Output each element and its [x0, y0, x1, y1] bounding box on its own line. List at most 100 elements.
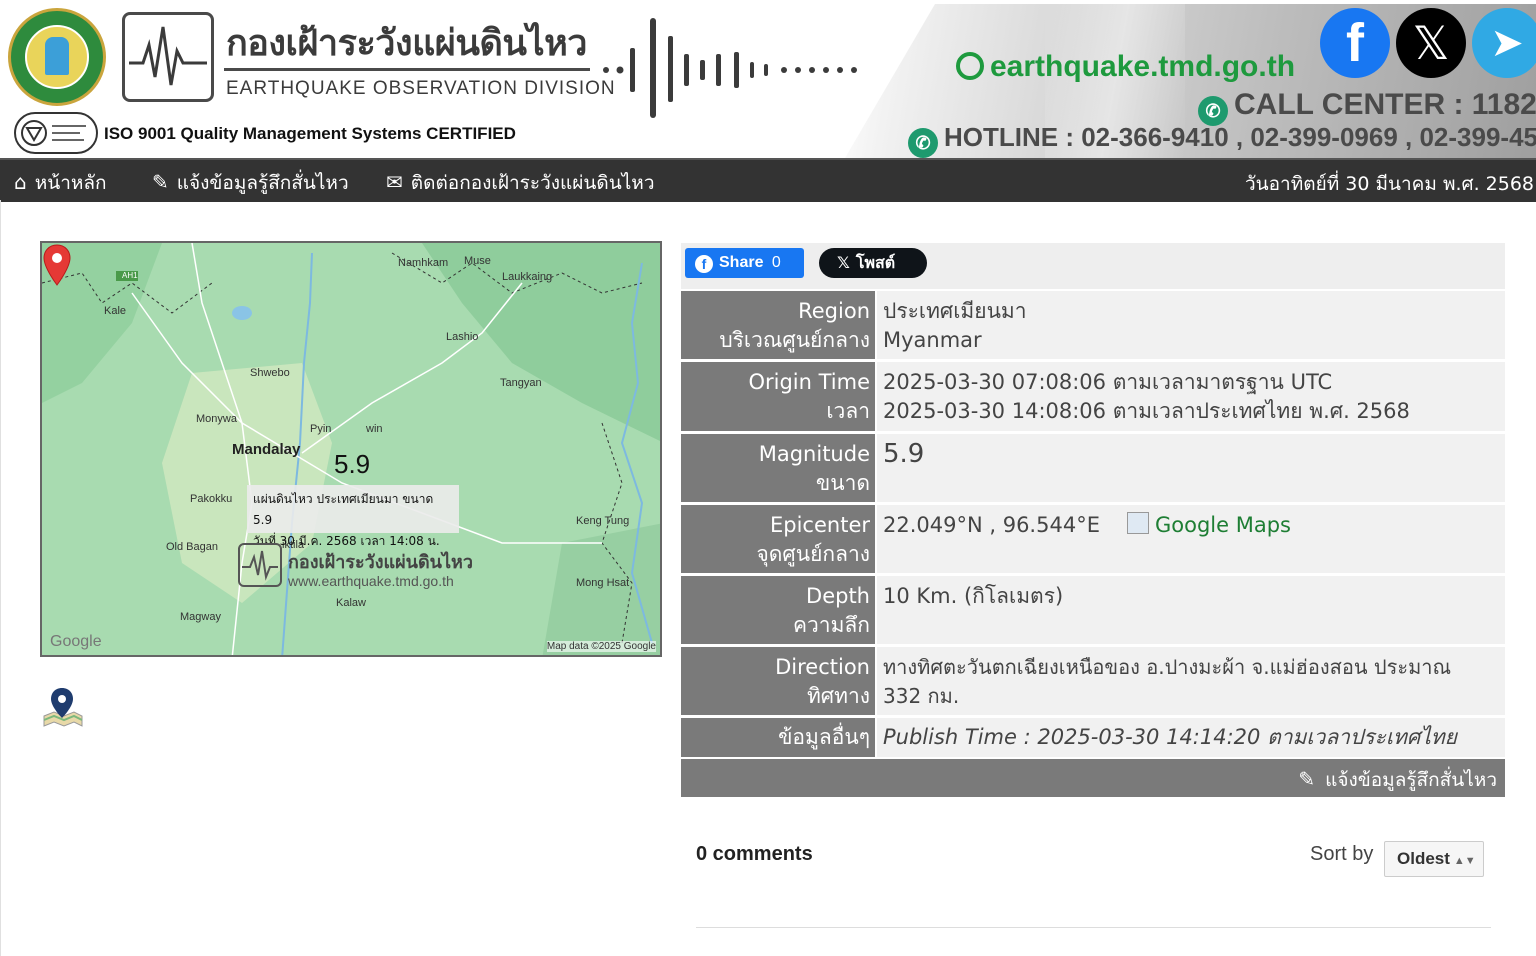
hotline-text: HOTLINE : 02-366-9410 , 02-399-0969 , 02…	[944, 122, 1536, 152]
title-divider	[224, 68, 590, 71]
detail-row-depth: Depth ความลึก 10 Km. (กิโลเมตร)	[681, 576, 1505, 644]
facebook-share-button[interactable]: f Share 0	[685, 248, 804, 278]
page-left-border	[0, 200, 1, 956]
sort-order-select[interactable]: Oldest ▲▼	[1384, 841, 1484, 877]
epicenter-label: Epicenter จุดศูนย์กลาง	[681, 505, 875, 573]
popup-line-1: แผ่นดินไหว ประเทศเมียนมา ขนาด 5.9	[253, 492, 434, 527]
website-link[interactable]: earthquake.tmd.go.th	[956, 50, 1295, 84]
magnitude-label: Magnitude ขนาด	[681, 434, 875, 502]
map-place-monywa: Monywa	[196, 413, 237, 425]
call-center: ✆ CALL CENTER : 1182	[1198, 88, 1536, 126]
site-header: กองเฝ้าระวังแผ่นดินไหว EARTHQUAKE OBSERV…	[0, 0, 1536, 158]
map-place-kale: Kale	[104, 305, 127, 317]
depth-label: Depth ความลึก	[681, 576, 875, 644]
call-center-text: CALL CENTER : 1182	[1234, 88, 1536, 121]
region-value-th: ประเทศเมียนมา	[883, 299, 1027, 323]
home-icon: ⌂	[14, 170, 27, 194]
region-label-en: Region	[798, 299, 870, 323]
direction-value: ทางทิศตะวันตกเฉียงเหนือของ อ.ปางมะผ้า จ.…	[877, 647, 1505, 715]
report-felt-button[interactable]: ✎ แจ้งข้อมูลรู้สึกสั่นไหว	[1298, 765, 1497, 795]
map-place-mandalay: Mandalay	[232, 441, 301, 458]
edit-icon: ✎	[1298, 767, 1316, 791]
direction-label: Direction ทิศทาง	[681, 647, 875, 715]
region-label-th: บริเวณศูนย์กลาง	[719, 328, 870, 352]
phone-icon: ✆	[908, 128, 938, 158]
x-post-button[interactable]: 𝕏 โพสต์	[819, 248, 927, 278]
share-row: f Share 0 𝕏 โพสต์	[681, 243, 1505, 289]
x-icon: 𝕏	[837, 253, 850, 272]
direction-label-th: ทิศทาง	[806, 684, 870, 708]
magnitude-value: 5.9	[877, 434, 1505, 502]
magnitude-label-en: Magnitude	[758, 442, 870, 466]
facebook-icon: f	[695, 255, 713, 273]
direction-value-line-2: 332 กม.	[883, 684, 960, 708]
earthquake-details-panel: f Share 0 𝕏 โพสต์ Region บริเวณศูนย์กลาง ปร…	[681, 243, 1505, 797]
region-value: ประเทศเมียนมา Myanmar	[877, 291, 1505, 359]
origin-time-label-en: Origin Time	[748, 370, 870, 394]
sort-order-value: Oldest	[1397, 849, 1450, 868]
sort-by-label: Sort by	[1310, 843, 1374, 865]
facebook-share-count: 0	[771, 254, 781, 271]
epicenter-pin-icon[interactable]	[42, 243, 72, 287]
google-logo: Google	[50, 633, 102, 650]
nav-item-label: แจ้งข้อมูลรู้สึกสั่นไหว	[176, 172, 349, 194]
comments-count: 0 comments	[696, 843, 813, 865]
detail-row-origin-time: Origin Time เวลา 2025-03-30 07:08:06 ตามเ…	[681, 362, 1505, 431]
map-place-lashio: Lashio	[446, 331, 479, 343]
website-cursor-icon	[956, 52, 984, 80]
map-place-kalaw: Kalaw	[336, 597, 366, 609]
map-place-pakokku: Pakokku	[190, 493, 233, 505]
detail-row-direction: Direction ทิศทาง ทางทิศตะวันตกเฉียงเหนือข…	[681, 647, 1505, 715]
other-info-label: ข้อมูลอื่นๆ	[681, 718, 875, 757]
facebook-share-label: Share	[719, 254, 764, 271]
epicenter-value: 22.049°N , 96.544°E Google Maps	[877, 505, 1505, 573]
x-twitter-link-icon[interactable]: 𝕏	[1396, 8, 1466, 78]
map-road-label: AH1	[122, 271, 138, 280]
telegram-link-icon[interactable]: ➤	[1472, 8, 1536, 78]
map-place-magway: Magway	[180, 611, 221, 623]
tmd-seal-logo[interactable]	[8, 8, 106, 106]
nav-item-contact[interactable]: ✉ ติดต่อกองเฝ้าระวังแผ่นดินไหว	[386, 168, 654, 198]
depth-label-th: ความลึก	[792, 613, 870, 637]
map-info-popup: แผ่นดินไหว ประเทศเมียนมา ขนาด 5.9 วันที่…	[247, 485, 459, 548]
bsi-certification-icon	[14, 112, 98, 154]
epicenter-coordinates: 22.049°N , 96.544°E	[883, 513, 1100, 537]
map-location-icon[interactable]	[42, 686, 84, 728]
map-place-shwebo: Shwebo	[250, 367, 290, 379]
detail-row-region: Region บริเวณศูนย์กลาง ประเทศเมียนมา Myanm…	[681, 291, 1505, 359]
nav-item-home[interactable]: ⌂ หน้าหลัก	[14, 168, 107, 198]
origin-time-utc: 2025-03-30 07:08:06 ตามเวลามาตรฐาน UTC	[883, 370, 1333, 394]
region-value-en: Myanmar	[883, 328, 982, 352]
report-felt-label: แจ้งข้อมูลรู้สึกสั่นไหว	[1325, 769, 1497, 791]
origin-time-label-th: เวลา	[826, 399, 870, 423]
depth-label-en: Depth	[806, 584, 870, 608]
map-place-mong-hsat: Mong Hsat	[576, 577, 630, 589]
google-maps-text: Google Maps	[1155, 513, 1291, 537]
map-attribution[interactable]: Map data ©2025 Google	[546, 641, 656, 652]
map-place-muse: Muse	[464, 255, 491, 267]
map-place-namhkam: Namhkam	[398, 257, 449, 269]
mail-icon: ✉	[386, 170, 403, 194]
detail-row-epicenter: Epicenter จุดศูนย์กลาง 22.049°N , 96.544°…	[681, 505, 1505, 573]
hotline: ✆ HOTLINE : 02-366-9410 , 02-399-0969 , 0…	[908, 122, 1536, 158]
publish-time: Publish Time : 2025-03-30 14:14:20 ตามเว…	[877, 718, 1505, 757]
nav-item-report[interactable]: ✎ แจ้งข้อมูลรู้สึกสั่นไหว	[152, 168, 349, 198]
watermark-url: www.earthquake.tmd.go.th	[288, 573, 454, 589]
x-post-label: โพสต์	[855, 253, 896, 272]
map-place-keng-tung: Keng Tung	[576, 515, 630, 527]
map-place-win: win	[366, 423, 383, 435]
map-magnitude-label: 5.9	[334, 449, 371, 479]
watermark-logo-icon	[238, 543, 282, 587]
facebook-link-icon[interactable]: f	[1320, 8, 1390, 78]
google-maps-link[interactable]: Google Maps	[1127, 511, 1291, 540]
division-title-en: EARTHQUAKE OBSERVATION DIVISION	[226, 78, 616, 99]
iso-certification-text: ISO 9001 Quality Management Systems CERT…	[104, 124, 516, 143]
region-label: Region บริเวณศูนย์กลาง	[681, 291, 875, 359]
map-image-icon	[1127, 512, 1149, 534]
earthquake-map[interactable]: AH1 Kale Namhkam Muse Laukkaing Lashio S…	[40, 241, 662, 657]
direction-label-en: Direction	[775, 655, 870, 679]
map-place-tangyan: Tangyan	[500, 377, 542, 389]
map-place-laukkaing: Laukkaing	[502, 271, 553, 283]
watermark-title: กองเฝ้าระวังแผ่นดินไหว	[288, 552, 474, 573]
origin-time-local: 2025-03-30 14:08:06 ตามเวลาประเทศไทย พ.ศ…	[883, 399, 1410, 423]
